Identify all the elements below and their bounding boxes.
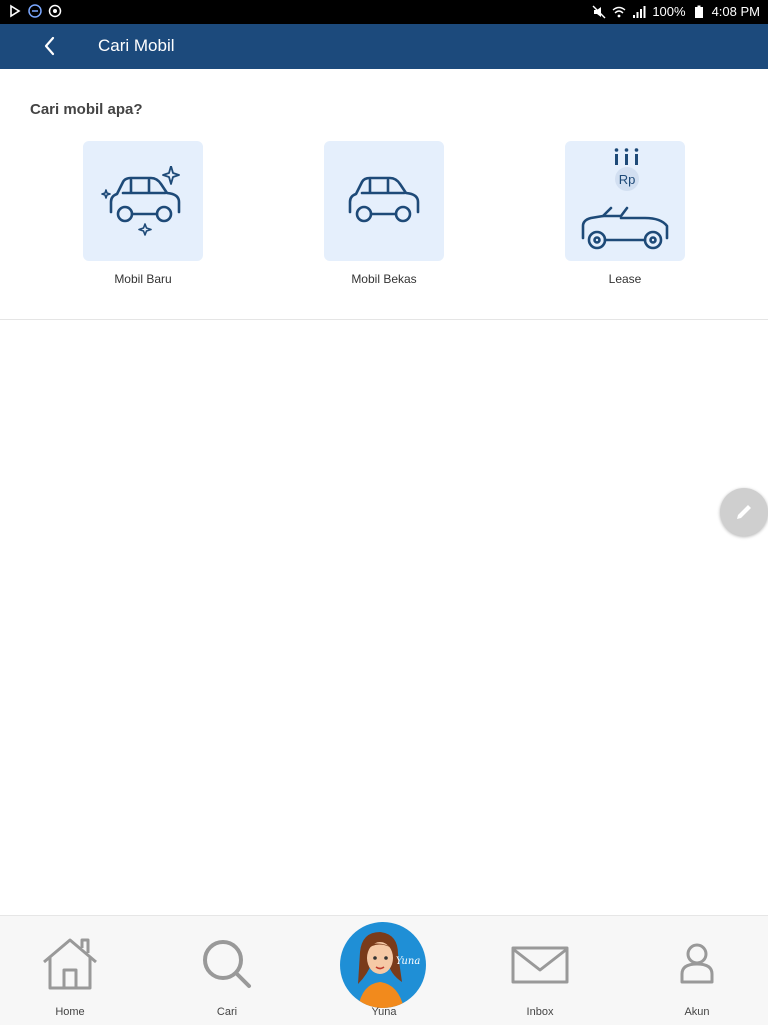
category-tile[interactable] <box>324 141 444 261</box>
nav-label: Inbox <box>526 1006 554 1018</box>
yuna-avatar[interactable]: Yuna <box>340 922 426 1008</box>
app-icon <box>28 4 42 18</box>
page-title: Cari Mobil <box>98 36 175 55</box>
used-car-icon <box>348 176 420 223</box>
category-tile[interactable] <box>83 141 203 261</box>
battery-icon <box>694 5 703 18</box>
nav-cari[interactable]: Cari <box>167 916 287 1025</box>
sync-icon <box>48 4 62 18</box>
category-label: Lease <box>608 272 642 286</box>
nav-inbox[interactable]: Inbox <box>480 916 600 1025</box>
section-title: Cari mobil apa? <box>30 101 143 118</box>
nav-home[interactable]: Home <box>10 916 130 1025</box>
lease-car-icon: Rp <box>581 148 669 250</box>
category-mobil-bekas[interactable]: Mobil Bekas <box>304 141 464 286</box>
nav-label: Yuna <box>371 1006 397 1018</box>
rp-badge: Rp <box>619 172 636 187</box>
nav-label: Home <box>55 1006 85 1018</box>
nav-yuna[interactable]: Yuna Yuna <box>324 916 444 1025</box>
mail-icon <box>511 946 569 984</box>
status-left-icons <box>8 4 62 18</box>
bottom-nav: Home Cari Yuna Yuna Inbox Akun <box>0 915 768 1025</box>
nav-label: Cari <box>216 1006 238 1018</box>
back-button[interactable] <box>36 32 64 60</box>
signal-icon <box>633 5 646 18</box>
battery-percent: 100% <box>652 4 686 19</box>
status-right-icons: 100% 4:08 PM <box>592 4 760 19</box>
yuna-character: Yuna <box>358 932 421 1008</box>
edit-fab[interactable] <box>720 488 768 536</box>
nav-label: Akun <box>684 1006 710 1018</box>
status-bar: 100% 4:08 PM <box>0 0 768 24</box>
mute-icon <box>592 5 606 18</box>
yuna-logo-text: Yuna <box>396 956 421 967</box>
category-lease[interactable]: Rp Lease <box>545 141 705 286</box>
status-time: 4:08 PM <box>711 4 760 19</box>
play-store-icon <box>10 4 21 18</box>
category-tile[interactable]: Rp <box>565 141 685 261</box>
search-icon <box>203 940 251 988</box>
section-divider <box>0 319 768 320</box>
nav-akun[interactable]: Akun <box>637 916 757 1025</box>
pencil-icon <box>737 505 751 519</box>
category-mobil-baru[interactable]: Mobil Baru <box>63 141 223 286</box>
category-label: Mobil Bekas <box>351 272 417 286</box>
home-icon <box>43 938 97 990</box>
category-label: Mobil Baru <box>114 272 172 286</box>
chevron-left-icon <box>44 36 55 56</box>
app-bar: Cari Mobil <box>0 24 768 69</box>
user-icon <box>680 943 714 984</box>
wifi-icon <box>612 6 626 17</box>
new-car-icon <box>101 166 181 236</box>
